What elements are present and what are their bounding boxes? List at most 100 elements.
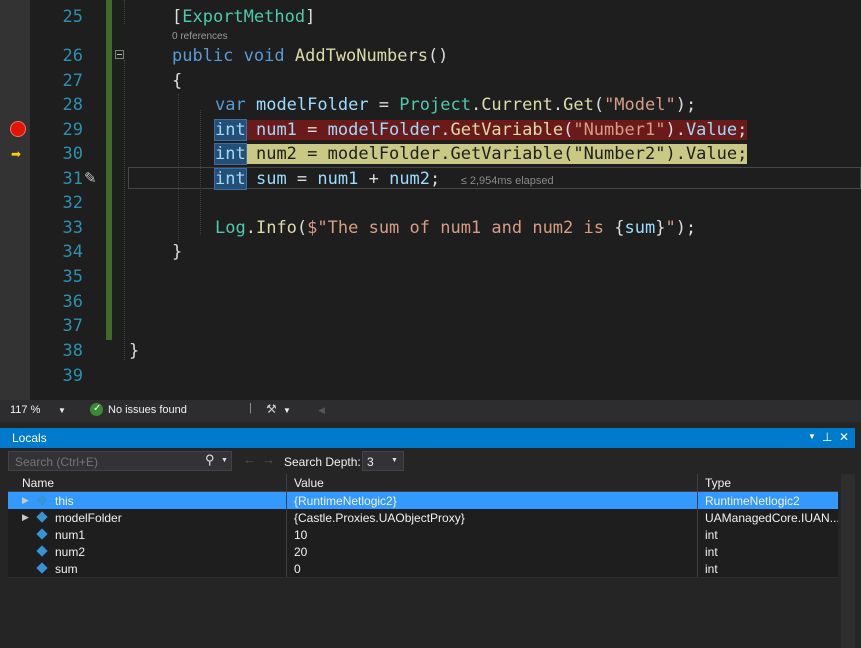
- local-name: sum: [55, 562, 78, 576]
- local-name: num2: [55, 545, 86, 559]
- vertical-scrollbar[interactable]: [841, 474, 855, 648]
- table-row[interactable]: ▶ modelFolder {Castle.Proxies.UAObjectPr…: [8, 509, 838, 527]
- scroll-left-icon[interactable]: ◀: [318, 405, 325, 416]
- line-number: 34: [62, 242, 83, 262]
- column-header-type[interactable]: Type: [701, 474, 838, 491]
- code-line: 32: [0, 191, 861, 215]
- line-number: 32: [62, 193, 83, 213]
- code-line: 26 public void AddTwoNumbers(): [0, 44, 861, 68]
- grid-header: Name Value Type: [8, 474, 838, 492]
- line-number: 37: [62, 316, 83, 336]
- expand-arrow-icon[interactable]: ▶: [22, 512, 29, 523]
- local-value[interactable]: {Castle.Proxies.UAObjectProxy}: [294, 511, 465, 525]
- chevron-down-icon: ▼: [391, 457, 398, 464]
- zoom-dropdown-icon[interactable]: ▼: [58, 406, 66, 415]
- perf-tip[interactable]: ≤ 2,954ms elapsed: [461, 175, 554, 187]
- code-text: {: [172, 71, 183, 91]
- window-position-dropdown-icon[interactable]: ▼: [808, 432, 816, 441]
- table-row[interactable]: num2 20 int: [8, 543, 838, 561]
- code-text: Log.Info($"The sum of num1 and num2 is {…: [215, 218, 697, 238]
- codelens-references[interactable]: 0 references: [172, 31, 228, 42]
- column-header-name[interactable]: Name: [8, 474, 287, 491]
- code-line: 27 {: [0, 69, 861, 93]
- local-value[interactable]: {RuntimeNetlogic2}: [294, 494, 397, 508]
- code-line: 33 Log.Info($"The sum of num1 and num2 i…: [0, 216, 861, 240]
- search-input[interactable]: [13, 454, 207, 470]
- search-depth-label: Search Depth:: [284, 455, 361, 469]
- locals-search-row: ⚲ ▼ ← → Search Depth: 3 ▼: [0, 450, 855, 472]
- dropdown-icon[interactable]: ▼: [283, 406, 291, 415]
- locals-window: Locals ▼ ⊥ ✕ ⚲ ▼ ← → Search Depth: 3 ▼ N…: [0, 422, 861, 648]
- line-number: 28: [62, 95, 83, 115]
- code-text: int num1 = modelFolder.GetVariable("Numb…: [214, 119, 748, 141]
- expand-arrow-icon[interactable]: ▶: [22, 495, 29, 506]
- local-value[interactable]: 10: [294, 528, 307, 542]
- code-text: int num2 = modelFolder.GetVariable("Numb…: [214, 143, 748, 165]
- local-name: this: [55, 494, 74, 508]
- local-value[interactable]: 0: [294, 562, 301, 576]
- line-number: 33: [62, 218, 83, 238]
- code-line: 35: [0, 265, 861, 289]
- table-row[interactable]: sum 0 int: [8, 560, 838, 578]
- line-number: 36: [62, 292, 83, 312]
- local-value[interactable]: 20: [294, 545, 307, 559]
- line-number: 39: [62, 366, 83, 386]
- variable-icon: [36, 511, 48, 523]
- code-line: 31 ✎ int sum = num1 + num2; ≤ 2,954ms el…: [0, 167, 861, 191]
- local-type: int: [705, 545, 718, 559]
- search-icon[interactable]: ⚲: [205, 452, 215, 468]
- edit-pencil-icon[interactable]: ✎: [84, 169, 97, 187]
- line-number: 26: [62, 46, 83, 66]
- code-line: 29 int num1 = modelFolder.GetVariable("N…: [0, 118, 861, 142]
- local-type: UAManagedCore.IUAN...: [705, 511, 838, 525]
- line-number: 30: [62, 144, 83, 164]
- code-line: 28 var modelFolder = Project.Current.Get…: [0, 93, 861, 117]
- close-icon[interactable]: ✕: [839, 430, 849, 444]
- line-number: 31: [62, 169, 83, 189]
- column-header-value[interactable]: Value: [290, 474, 698, 491]
- line-number: 29: [62, 120, 83, 140]
- table-row[interactable]: num1 10 int: [8, 526, 838, 544]
- current-statement-arrow-icon[interactable]: ➡: [11, 147, 21, 161]
- search-forward-icon[interactable]: →: [262, 452, 275, 467]
- search-options-dropdown-icon[interactable]: ▼: [221, 457, 228, 464]
- brush-icon[interactable]: ⚒: [266, 402, 277, 416]
- code-text: [ExportMethod]: [172, 7, 316, 27]
- local-name: num1: [55, 528, 86, 542]
- code-text: }: [129, 341, 140, 361]
- code-text: var modelFolder = Project.Current.Get("M…: [215, 95, 697, 115]
- code-editor[interactable]: 25 [ExportMethod] 0 references 26 public…: [0, 0, 861, 400]
- issues-status[interactable]: No issues found: [108, 404, 187, 416]
- table-row[interactable]: ▶ this {RuntimeNetlogic2} RuntimeNetlogi…: [8, 492, 838, 510]
- variable-icon: [36, 494, 48, 506]
- check-mark-icon: ✓: [93, 403, 102, 414]
- code-line: 37: [0, 314, 861, 338]
- code-line: 38 }: [0, 339, 861, 363]
- locals-title: Locals: [12, 431, 47, 445]
- code-line: 39: [0, 364, 861, 388]
- editor-status-strip: 117 % ▼ ✓ No issues found | ⚒ ▼ ◀: [0, 400, 861, 422]
- code-text: public void AddTwoNumbers(): [172, 46, 449, 66]
- line-number: 25: [62, 7, 83, 27]
- breakpoint-icon[interactable]: [10, 121, 26, 137]
- locals-title-bar[interactable]: Locals ▼ ⊥ ✕: [0, 428, 855, 448]
- search-depth-select[interactable]: 3 ▼: [362, 451, 404, 471]
- pin-icon[interactable]: ⊥: [822, 430, 832, 444]
- variable-icon: [36, 562, 48, 574]
- code-line: 34 }: [0, 240, 861, 264]
- code-line: ➡ 30 int num2 = modelFolder.GetVariable(…: [0, 142, 861, 166]
- local-type: RuntimeNetlogic2: [705, 494, 800, 508]
- search-depth-value: 3: [367, 455, 374, 469]
- code-text: int sum = num1 + num2; ≤ 2,954ms elapsed: [214, 168, 554, 190]
- variable-icon: [36, 528, 48, 540]
- code-line: 25 [ExportMethod]: [0, 5, 861, 29]
- line-number: 38: [62, 341, 83, 361]
- code-line: 36: [0, 290, 861, 314]
- search-back-icon[interactable]: ←: [243, 452, 256, 467]
- variable-icon: [36, 545, 48, 557]
- separator: |: [249, 402, 252, 414]
- code-text: }: [172, 242, 183, 262]
- local-name: modelFolder: [55, 511, 122, 525]
- search-box[interactable]: ⚲ ▼: [8, 451, 232, 471]
- zoom-level[interactable]: 117 %: [10, 404, 40, 416]
